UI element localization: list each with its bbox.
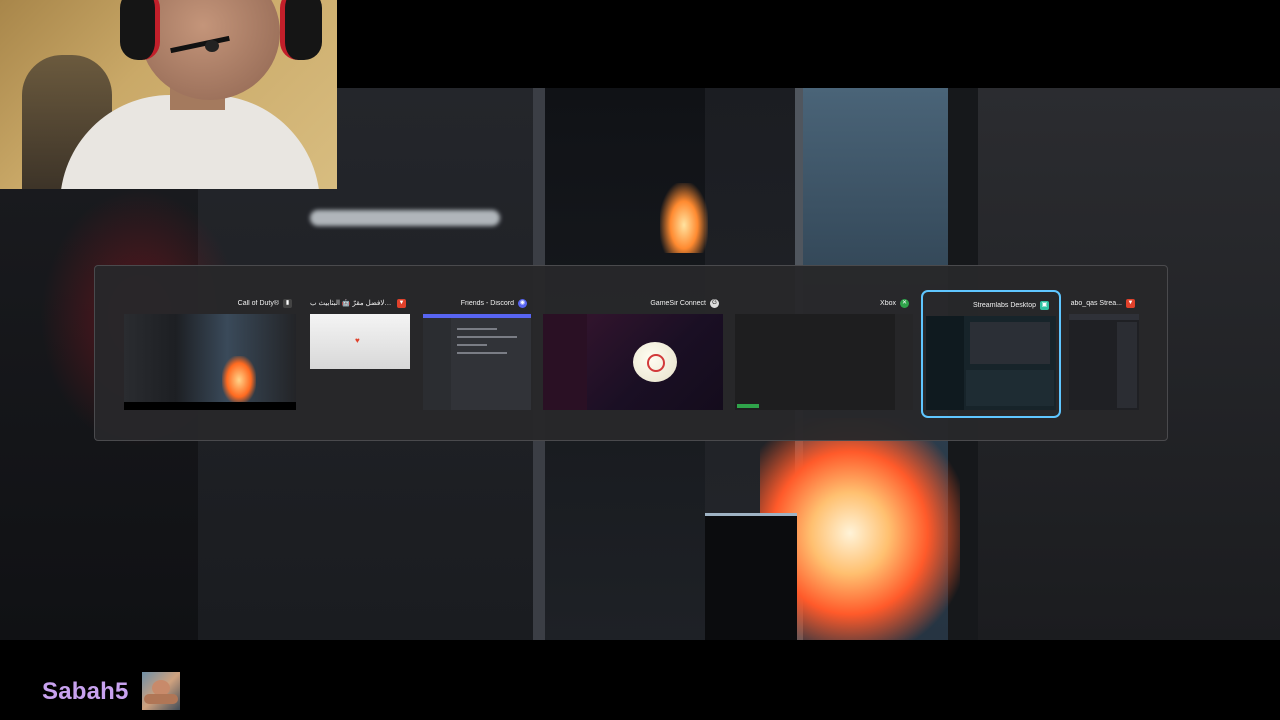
ceiling-light (310, 210, 500, 226)
window-discord[interactable]: Friends - Discord ◉ (423, 294, 531, 410)
window-title: GameSir Connect (650, 299, 706, 307)
channel-name: Sabah5 (42, 678, 129, 705)
window-brave-tab[interactable]: من الافضل مقرّ 🤖 البثابيث ب... ▼ ♥ (310, 294, 410, 369)
window-title: من الافضل مقرّ 🤖 البثابيث ب... (310, 300, 393, 307)
window-thumbnail (926, 316, 1056, 410)
avatar (142, 672, 180, 710)
xbox-icon: ✕ (900, 298, 909, 308)
window-call-of-duty[interactable]: Call of Duty® ▮ (124, 294, 296, 410)
call-of-duty-icon: ▮ (283, 298, 292, 308)
task-switcher: Call of Duty® ▮ من الافضل مقرّ 🤖 البثابي… (94, 265, 1168, 441)
discord-icon: ◉ (518, 298, 527, 308)
window-thumbnail (124, 314, 296, 410)
window-title: Friends - Discord (460, 299, 514, 307)
window-thumbnail (1069, 314, 1139, 410)
window-thumbnail (735, 314, 913, 410)
window-brave-stream[interactable]: abo_qas Strea... ▼ (1069, 294, 1139, 410)
brave-logo-icon: ♥ (355, 336, 360, 345)
bottom-bar (0, 640, 1280, 720)
window-thumbnail: ♥ (310, 314, 410, 369)
window-title: Xbox (880, 299, 896, 307)
controller-icon (633, 342, 677, 382)
window-streamlabs-desktop[interactable]: Streamlabs Desktop ▣ (921, 290, 1061, 418)
window-title: Call of Duty® (237, 299, 279, 307)
window-xbox[interactable]: Xbox ✕ (735, 294, 913, 410)
headset-icon (120, 0, 160, 60)
streamlabs-icon: ▣ (1040, 300, 1049, 310)
window-title: Streamlabs Desktop (972, 301, 1036, 309)
fire-effect (660, 183, 708, 253)
webcam-feed (0, 0, 337, 189)
gamesir-icon: G (710, 298, 719, 308)
window-title: abo_qas Strea... (1070, 299, 1122, 307)
window-thumbnail (423, 314, 531, 410)
brave-icon: ▼ (397, 298, 406, 308)
window-thumbnail (543, 314, 723, 410)
window-gamesir-connect[interactable]: GameSir Connect G (543, 294, 723, 410)
brave-icon: ▼ (1126, 298, 1135, 308)
